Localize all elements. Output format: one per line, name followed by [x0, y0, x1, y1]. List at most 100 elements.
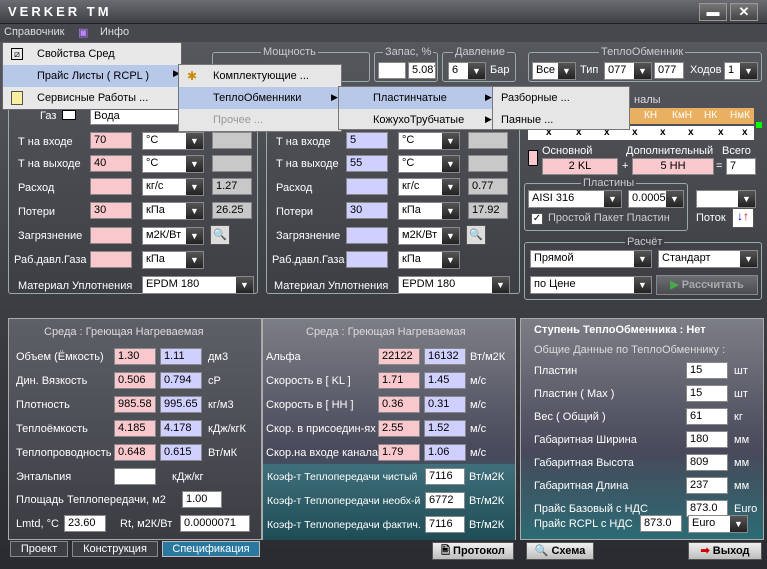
gas-label: Газ	[40, 110, 57, 122]
menu-item-brazed[interactable]: Паяные ...	[493, 109, 629, 131]
calc-mode-select[interactable]: Прямой ▼	[530, 250, 652, 268]
gas-pressure-right-unit[interactable]: кПа ▼	[398, 251, 460, 269]
flow-direction-icon[interactable]: ↓↑	[732, 208, 754, 228]
exit-button[interactable]: ➡ Выход	[688, 542, 762, 560]
row-v1: 2.55	[378, 420, 420, 437]
t-in-right-unit[interactable]: °С ▼	[398, 132, 460, 150]
k-value: 7116	[425, 468, 465, 485]
lmtd-value: 23.60	[64, 515, 106, 532]
fouling-left-unit[interactable]: м2К/Вт ▼	[142, 227, 204, 245]
magnifier-icon[interactable]: 🔍	[210, 225, 230, 245]
menu-item-components[interactable]: Комплектующие ...	[179, 65, 341, 87]
extra-plate-value[interactable]: 5 HH	[632, 158, 714, 175]
menu-bar: Справочник ▣ Инфо	[0, 24, 767, 42]
loss-right-calc: 17.92	[468, 202, 508, 219]
scheme-button[interactable]: 🔍 Схема	[526, 542, 594, 560]
row-v2: 1.52	[424, 420, 466, 437]
env-mid-header: Среда : Греющая Нагреваемая	[306, 326, 466, 338]
he-type-select[interactable]: 077 ▼	[604, 62, 652, 80]
t-out-left-unit[interactable]: °С ▼	[142, 155, 204, 173]
t-out-left-input[interactable]: 40	[90, 155, 132, 172]
flow-right-unit[interactable]: кг/с ▼	[398, 178, 460, 196]
simple-pack-checkbox[interactable]: ✓	[531, 213, 543, 225]
flow-left-input[interactable]	[90, 178, 132, 195]
menu-item-price-lists[interactable]: Прайс Листы ( RCPL )	[3, 65, 181, 87]
t-in-left-unit[interactable]: °С ▼	[142, 132, 204, 150]
row-value: 180	[686, 431, 728, 448]
loss-right-unit[interactable]: кПа ▼	[398, 202, 460, 220]
title-bar: VERKER TM ▬ ✕	[0, 0, 767, 24]
menu-info[interactable]: Инфо	[100, 26, 129, 38]
menu-item-service[interactable]: Сервисные Работы ...	[3, 87, 181, 109]
plate-thickness-select[interactable]: 0.0005 ▼	[628, 190, 684, 208]
magnifier-icon[interactable]: 🔍	[466, 225, 486, 245]
minimize-button[interactable]: ▬	[699, 3, 727, 21]
zapas-aux[interactable]	[378, 62, 406, 79]
row-v2: 1.11	[160, 348, 202, 365]
menu-item-plate[interactable]: Пластинчатые	[339, 87, 495, 109]
plus-sign: +	[622, 160, 629, 172]
row-label: Альфа	[266, 351, 301, 363]
calc-standard-select[interactable]: Стандарт ▼	[658, 250, 758, 268]
stage-header: Ступень ТеплоОбменника : Нет	[534, 324, 706, 336]
main-plate-value[interactable]: 2 KL	[542, 158, 618, 175]
calc-by-select[interactable]: по Цене ▼	[530, 276, 652, 294]
flow-right-input[interactable]	[346, 178, 388, 195]
tab-construction[interactable]: Конструкция	[72, 541, 158, 557]
calc-label: Расчёт	[625, 236, 665, 248]
menu-item-media-properties[interactable]: Свойства Сред	[3, 43, 181, 65]
submenu-plate: Разборные ... Паяные ...	[492, 86, 630, 130]
menu-item-heat-exchangers[interactable]: ТеплоОбменники	[179, 87, 341, 109]
fouling-right-unit[interactable]: м2К/Вт ▼	[398, 227, 460, 245]
main-menu: ⧄ Свойства Сред $ Прайс Листы ( RCPL ) ▶…	[2, 42, 182, 110]
t-in-left-input[interactable]: 70	[90, 132, 132, 149]
he-type-input[interactable]: 077	[654, 62, 684, 79]
tab-project[interactable]: Проект	[10, 541, 68, 557]
t-out-right-input[interactable]: 55	[346, 155, 388, 172]
env-left-rows: Объем (Ёмкость) 1.30 1.11 дм3 Дин. Вязко…	[12, 348, 260, 488]
menu-item-shell-tube[interactable]: КожухоТрубчатые	[339, 109, 495, 131]
he-all-select[interactable]: Все ▼	[532, 62, 576, 80]
gas-pressure-right-input[interactable]	[346, 251, 388, 268]
checkbox-icon[interactable]	[62, 110, 76, 120]
menu-item-gasketed[interactable]: Разборные ...	[493, 87, 629, 109]
chevron-down-icon: ▼	[186, 203, 203, 219]
total-plate-value[interactable]: 7	[726, 158, 756, 175]
protocol-button[interactable]: 🖹 Протокол	[432, 542, 514, 560]
tab-specification[interactable]: Спецификация	[162, 541, 260, 557]
t-in-right-input[interactable]: 5	[346, 132, 388, 149]
he-hodov-select[interactable]: 1 ▼	[724, 62, 758, 80]
seal-right-select[interactable]: EPDM 180 ▼	[398, 276, 510, 294]
row-v2: 4.178	[160, 420, 202, 437]
calculate-button[interactable]: ▶ Рассчитать	[656, 275, 758, 295]
env-left-header: Среда : Греющая Нагреваемая	[44, 326, 204, 338]
loss-left-input[interactable]: 30	[90, 202, 132, 219]
close-button[interactable]: ✕	[730, 3, 758, 21]
zapas-input[interactable]: 5.087	[408, 62, 436, 79]
plate-material-select[interactable]: AISI 316 ▼	[528, 190, 622, 208]
row-v1: 1.71	[378, 372, 420, 389]
flow-left-unit[interactable]: кг/с ▼	[142, 178, 204, 196]
flow-select[interactable]: ▼	[696, 190, 756, 208]
fouling-left-input[interactable]	[90, 227, 132, 244]
gas-pressure-left-unit[interactable]: кПа ▼	[142, 251, 204, 269]
gas-pressure-left-input[interactable]	[90, 251, 132, 268]
k-unit: Вт/м2К	[469, 471, 505, 483]
t-out-label-right: Т на выходе	[276, 158, 339, 170]
fouling-right-input[interactable]	[346, 227, 388, 244]
chevron-down-icon: ▼	[442, 179, 459, 195]
currency-select[interactable]: Euro ▼	[688, 515, 748, 533]
pressure-select[interactable]: 6 ▼	[448, 62, 486, 80]
menu-item-other[interactable]: Прочее ...	[179, 109, 341, 131]
row-unit: кДж/кгК	[208, 423, 246, 435]
t-out-right-unit[interactable]: °С ▼	[398, 155, 460, 173]
fouling-label-left: Загрязнение	[18, 230, 83, 242]
loss-right-input[interactable]: 30	[346, 202, 388, 219]
loss-left-unit[interactable]: кПа ▼	[142, 202, 204, 220]
menu-reference[interactable]: Справочник	[4, 26, 65, 38]
row-label: Скор.на входе канала	[266, 447, 379, 459]
seal-left-select[interactable]: EPDM 180 ▼	[142, 276, 254, 294]
chevron-down-icon: ▼	[442, 156, 459, 172]
row-unit: мм	[734, 457, 750, 469]
row-v2: 0.31	[424, 396, 466, 413]
